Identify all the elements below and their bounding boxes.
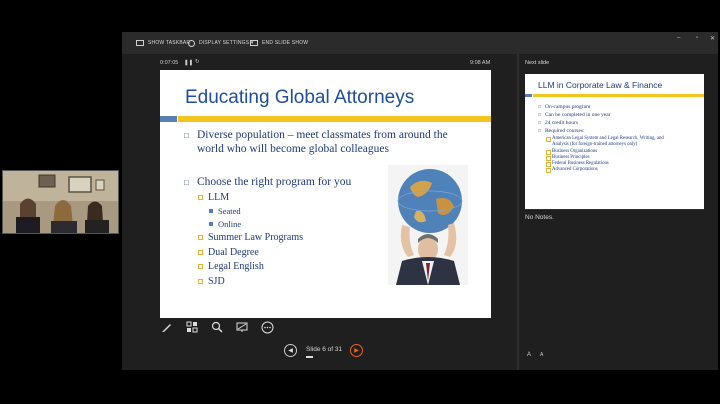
next-bullet: 24 credit hours	[538, 120, 578, 126]
slide-title: Educating Global Attorneys	[185, 87, 415, 108]
slide-sub-bullet: Summer Law Programs	[198, 232, 303, 243]
slide-sub-bullet: LLM	[198, 192, 229, 203]
zoom-icon[interactable]	[210, 320, 224, 334]
slide-progress	[306, 356, 313, 358]
next-slide-label: Next slide	[525, 60, 550, 66]
next-arrow-icon[interactable]: ▶	[350, 344, 363, 357]
slide-navigation: ◀ Slide 6 of 31 ▶	[284, 344, 408, 360]
notes-separator	[525, 209, 704, 210]
presenter-view: SHOW TASKBAR DISPLAY SETTINGS ▾ END SLID…	[122, 32, 718, 370]
webcam-video	[2, 170, 119, 234]
next-bullet: On-campus program	[538, 104, 590, 110]
title-band-gold	[178, 116, 491, 122]
globe-photo	[388, 165, 468, 285]
display-settings-label: DISPLAY SETTINGS ▾	[199, 40, 254, 46]
slide-sub-sub-bullet: Seated	[209, 206, 241, 216]
next-bullet: Can be completed in one year	[538, 112, 610, 118]
presenter-tools	[160, 320, 274, 338]
pane-divider[interactable]	[517, 54, 519, 370]
webcam-scene	[3, 171, 118, 233]
next-slide-preview[interactable]: LLM in Corporate Law & Finance On-campus…	[525, 74, 704, 209]
close-button[interactable]: ✕	[710, 35, 715, 42]
show-taskbar-button[interactable]: SHOW TASKBAR	[136, 37, 190, 49]
pause-icon[interactable]: ❚❚	[184, 60, 193, 66]
next-sub-bullet: Federal Business Regulations	[546, 161, 609, 167]
globe-illustration	[388, 165, 468, 285]
slide-bullet-continuation: world who will become global colleagues	[197, 143, 389, 155]
display-settings-icon	[188, 39, 195, 47]
speaker-notes[interactable]: No Notes.	[525, 214, 554, 221]
decrease-font-button[interactable]: A	[540, 352, 543, 358]
next-band-gold	[533, 94, 704, 97]
pen-icon[interactable]	[160, 320, 174, 334]
next-slide-title: LLM in Corporate Law & Finance	[538, 80, 663, 90]
elapsed-timer: 0:07:05	[160, 60, 179, 66]
slide-bullet: □ Diverse population – meet classmates fr…	[184, 129, 448, 141]
current-slide: Educating Global Attorneys □ Diverse popu…	[160, 70, 491, 318]
notes-font-controls: A A	[527, 352, 543, 358]
more-options-icon[interactable]	[260, 320, 274, 334]
black-screen-icon[interactable]	[235, 320, 249, 334]
slide-counter: Slide 6 of 31	[306, 346, 343, 353]
see-all-slides-icon[interactable]	[185, 320, 199, 334]
next-sub-bullet-continuation: Analysis (for foreign-trained attorneys …	[552, 142, 638, 147]
next-sub-bullet: Advanced Corporations	[546, 167, 598, 173]
maximize-button[interactable]: ▫	[696, 35, 698, 41]
next-sub-bullet: Business Organizations	[545, 149, 598, 155]
end-slide-show-button[interactable]: END SLIDE SHOW	[250, 37, 308, 49]
end-show-icon	[250, 40, 258, 46]
slide-bullet: □ Choose the right program for you	[184, 176, 352, 188]
end-slide-show-label: END SLIDE SHOW	[262, 40, 309, 46]
slide-sub-sub-bullet: Online	[209, 219, 241, 229]
restart-icon[interactable]: ↻	[195, 59, 200, 65]
display-settings-button[interactable]: DISPLAY SETTINGS ▾	[188, 37, 254, 49]
taskbar-icon	[136, 40, 144, 46]
slide-sub-bullet: Dual Degree	[198, 247, 259, 258]
presenter-toolbar: SHOW TASKBAR DISPLAY SETTINGS ▾ END SLID…	[122, 32, 718, 54]
current-time: 9:08 AM	[470, 60, 491, 66]
slide-sub-bullet: SJD	[198, 276, 225, 287]
next-sub-bullet: Business Principles	[545, 155, 590, 161]
slide-sub-bullet: Legal English	[198, 261, 264, 272]
show-taskbar-label: SHOW TASKBAR	[148, 40, 191, 46]
next-band-blue	[525, 94, 532, 97]
next-sub-bullet: American Legal System and Legal Research…	[546, 136, 664, 142]
title-band-blue	[160, 116, 177, 122]
prev-arrow-icon[interactable]: ◀	[284, 344, 297, 357]
minimize-button[interactable]: –	[677, 35, 680, 41]
next-bullet: Required courses:	[538, 128, 584, 134]
increase-font-button[interactable]: A	[527, 352, 531, 358]
